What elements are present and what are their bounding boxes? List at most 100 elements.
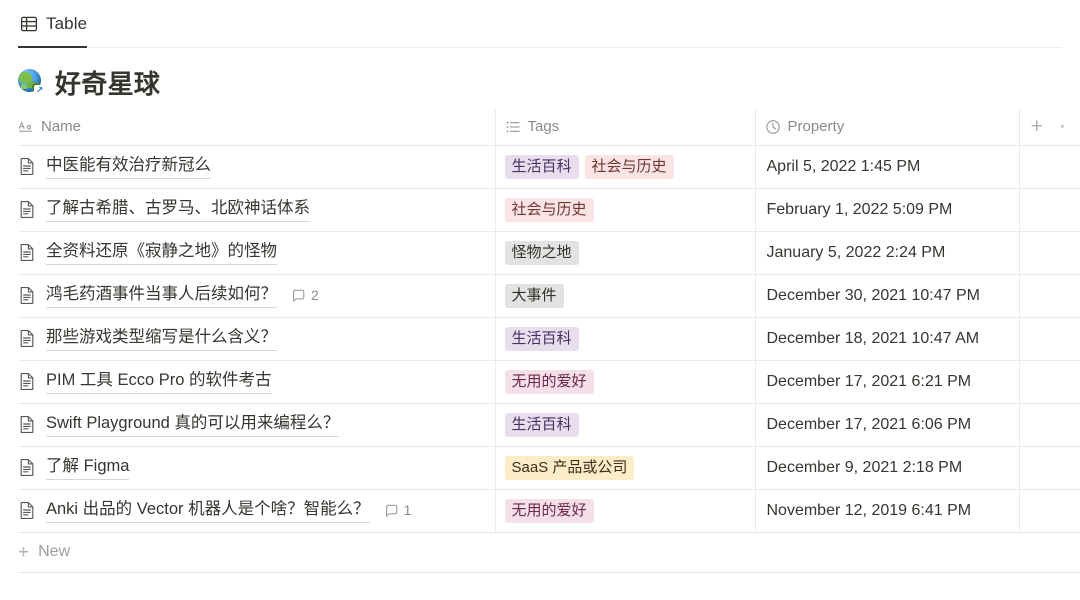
date-value: December 17, 2021 6:21 PM <box>766 372 972 390</box>
new-row-cell[interactable]: + New <box>18 532 1080 573</box>
table-row[interactable]: 中医能有效治疗新冠么 生活百科 社会与历史 April 5, 2022 1:45 PM <box>18 145 1080 189</box>
cell-tags[interactable]: 大事件 <box>494 274 755 318</box>
add-property-button[interactable]: + <box>1031 116 1043 137</box>
tag-chip[interactable]: 大事件 <box>504 283 564 308</box>
cell-empty[interactable] <box>1018 145 1080 189</box>
column-header-name[interactable]: Name <box>18 109 495 146</box>
cell-name[interactable]: Swift Playground 真的可以用来编程么？ <box>18 403 495 447</box>
cell-tags[interactable]: 无用的爱好 <box>494 360 755 404</box>
cell-empty[interactable] <box>1018 446 1080 490</box>
cell-name[interactable]: PIM 工具 Ecco Pro 的软件考古 <box>18 360 495 404</box>
table-row[interactable]: 了解古希腊、古罗马、北欧神话体系 社会与历史 February 1, 2022 5:… <box>18 188 1080 232</box>
cell-property[interactable]: February 1, 2022 5:09 PM <box>754 188 1019 232</box>
table-row[interactable]: Anki 出品的 Vector 机器人是个啥？智能么？ 1 无用的爱好 Novembe… <box>18 489 1080 533</box>
row-title[interactable]: 了解 Figma <box>46 455 130 480</box>
cell-empty[interactable] <box>1018 360 1080 404</box>
column-header-property[interactable]: Property <box>754 109 1019 146</box>
cell-tags[interactable]: 生活百科 <box>494 317 755 361</box>
page-icon <box>18 501 36 520</box>
tab-table-label: Table <box>46 14 88 33</box>
cell-property[interactable]: November 12, 2019 6:41 PM <box>754 489 1019 533</box>
cell-property[interactable]: December 30, 2021 10:47 PM <box>754 274 1019 318</box>
cell-empty[interactable] <box>1018 188 1080 232</box>
table-icon <box>20 15 38 33</box>
page-icon <box>18 243 36 262</box>
clock-icon <box>765 119 781 135</box>
row-title[interactable]: Swift Playground 真的可以用来编程么？ <box>46 412 340 437</box>
table-row[interactable]: 全资料还原《寂静之地》的怪物 怪物之地 January 5, 2022 2:24 P… <box>18 231 1080 275</box>
cell-empty[interactable] <box>1018 231 1080 275</box>
cell-name[interactable]: 中医能有效治疗新冠么 <box>18 145 495 189</box>
table-row[interactable]: Swift Playground 真的可以用来编程么？ 生活百科 December … <box>18 403 1080 447</box>
cell-tags[interactable]: 生活百科 社会与历史 <box>494 145 755 189</box>
column-header-tags-label: Tags <box>527 118 560 136</box>
cell-tags[interactable]: 社会与历史 <box>494 188 755 232</box>
date-value: December 17, 2021 6:06 PM <box>766 415 972 433</box>
tag-chip[interactable]: 无用的爱好 <box>504 369 594 394</box>
globe-icon[interactable]: ↗ <box>18 68 46 97</box>
row-title[interactable]: PIM 工具 Ecco Pro 的软件考古 <box>46 369 272 394</box>
row-title[interactable]: 了解古希腊、古罗马、北欧神话体系 <box>46 197 310 222</box>
row-title[interactable]: 鸿毛药酒事件当事人后续如何？ <box>46 283 277 308</box>
comment-icon <box>291 288 306 303</box>
column-header-tags[interactable]: Tags <box>494 109 755 146</box>
cell-empty[interactable] <box>1018 317 1080 361</box>
cell-property[interactable]: April 5, 2022 1:45 PM <box>754 145 1019 189</box>
page-icon <box>18 200 36 219</box>
row-title[interactable]: 全资料还原《寂静之地》的怪物 <box>46 240 277 265</box>
cell-name[interactable]: 全资料还原《寂静之地》的怪物 <box>18 231 495 275</box>
tag-chip[interactable]: 生活百科 <box>504 326 579 351</box>
cell-property[interactable]: January 5, 2022 2:24 PM <box>754 231 1019 275</box>
cell-name[interactable]: 了解 Figma <box>18 446 495 490</box>
cell-name[interactable]: 鸿毛药酒事件当事人后续如何？ 2 <box>18 274 495 318</box>
tag-chip[interactable]: 社会与历史 <box>504 197 594 222</box>
cell-property[interactable]: December 17, 2021 6:21 PM <box>754 360 1019 404</box>
page-icon <box>18 329 36 348</box>
page-icon <box>18 157 36 176</box>
table-row[interactable]: PIM 工具 Ecco Pro 的软件考古 无用的爱好 December 17, 2… <box>18 360 1080 404</box>
arrow-overlay-icon: ↗ <box>34 84 45 96</box>
cell-empty[interactable] <box>1018 489 1080 533</box>
comment-count: 2 <box>311 287 319 304</box>
tab-active-indicator <box>18 46 88 48</box>
cell-tags[interactable]: 生活百科 <box>494 403 755 447</box>
cell-name[interactable]: 那些游戏类型缩写是什么含义？ <box>18 317 495 361</box>
cell-empty[interactable] <box>1018 403 1080 447</box>
cell-tags[interactable]: SaaS 产品或公司 <box>494 446 755 490</box>
cell-property[interactable]: December 18, 2021 10:47 AM <box>754 317 1019 361</box>
table-row[interactable]: 鸿毛药酒事件当事人后续如何？ 2 大事件 December 30, 2021 10:4… <box>18 274 1080 318</box>
tag-chip[interactable]: 生活百科 <box>504 412 579 437</box>
tag-chip[interactable]: 生活百科 <box>504 154 579 179</box>
tag-chip[interactable]: SaaS 产品或公司 <box>504 455 635 480</box>
page-title[interactable]: 好奇星球 <box>55 64 160 101</box>
cell-name[interactable]: 了解古希腊、古罗马、北欧神话体系 <box>18 188 495 232</box>
comment-badge[interactable]: 2 <box>291 287 319 303</box>
date-value: February 1, 2022 5:09 PM <box>766 200 953 218</box>
cell-property[interactable]: December 17, 2021 6:06 PM <box>754 403 1019 447</box>
comment-badge[interactable]: 1 <box>384 502 411 518</box>
cell-property[interactable]: December 9, 2021 2:18 PM <box>754 446 1019 490</box>
table-overflow-button[interactable]: ⋯ <box>1059 116 1065 137</box>
table-row[interactable]: 那些游戏类型缩写是什么含义？ 生活百科 December 18, 2021 10:4… <box>18 317 1080 361</box>
table-row[interactable]: 了解 Figma SaaS 产品或公司 December 9, 2021 2:18 … <box>18 446 1080 490</box>
row-title[interactable]: Anki 出品的 Vector 机器人是个啥？智能么？ <box>46 498 370 523</box>
row-title[interactable]: 那些游戏类型缩写是什么含义？ <box>46 326 277 351</box>
view-tab-bar-divider <box>18 47 1062 48</box>
tag-chip[interactable]: 社会与历史 <box>584 154 674 179</box>
cell-tags[interactable]: 怪物之地 <box>494 231 755 275</box>
database-table-wrapper: Name Tags Property + 中医能有效治疗新冠么 生活百科 社会与… <box>0 109 1080 573</box>
cell-name[interactable]: Anki 出品的 Vector 机器人是个啥？智能么？ 1 <box>18 489 495 533</box>
cell-tags[interactable]: 无用的爱好 <box>494 489 755 533</box>
view-tab-bar: Table <box>0 0 1080 48</box>
page-icon <box>18 286 36 305</box>
tab-table[interactable]: Table <box>18 0 93 48</box>
tag-chip[interactable]: 怪物之地 <box>504 240 579 265</box>
column-header-name-label: Name <box>41 118 82 136</box>
page-icon <box>18 372 36 391</box>
cell-empty[interactable] <box>1018 274 1080 318</box>
table-header: Name Tags Property + <box>18 109 1080 146</box>
row-title[interactable]: 中医能有效治疗新冠么 <box>46 154 211 179</box>
text-type-icon <box>18 119 34 135</box>
new-row[interactable]: + New <box>18 532 1080 573</box>
tag-chip[interactable]: 无用的爱好 <box>504 498 594 523</box>
